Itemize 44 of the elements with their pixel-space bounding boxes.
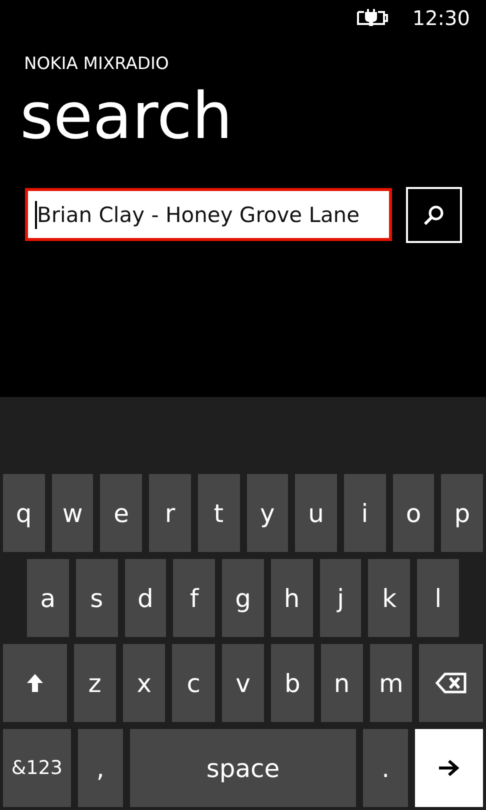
page-title: search (20, 79, 233, 156)
letter-key[interactable]: j (320, 559, 362, 637)
backspace-icon (435, 672, 468, 694)
letter-key[interactable]: l (417, 559, 460, 637)
battery-charging-icon (356, 9, 388, 27)
letter-key[interactable]: d (124, 559, 166, 637)
letter-key[interactable]: m (370, 644, 412, 722)
letter-key[interactable]: q (3, 474, 45, 552)
letter-key[interactable]: v (222, 644, 264, 722)
letter-key[interactable]: x (123, 644, 166, 722)
search-field[interactable]: Brian Clay - Honey Grove Lane (25, 188, 392, 241)
letter-key[interactable]: r (149, 474, 191, 552)
symbols-key[interactable]: &123 (3, 729, 71, 807)
letter-key[interactable]: y (246, 474, 288, 552)
shift-key[interactable] (3, 644, 67, 722)
letter-key[interactable]: n (320, 644, 364, 722)
letter-key[interactable]: f (173, 559, 216, 637)
search-button[interactable] (406, 187, 462, 243)
search-icon (423, 204, 445, 226)
letter-key[interactable]: g (222, 559, 264, 637)
letter-key[interactable]: w (52, 474, 94, 552)
letter-key[interactable]: p (441, 474, 484, 552)
letter-key[interactable]: c (172, 644, 215, 722)
space-key[interactable]: space (130, 729, 356, 807)
letter-key[interactable]: . (363, 729, 408, 807)
text-cursor (35, 200, 37, 228)
letter-key[interactable]: k (368, 559, 410, 637)
right-arrow-icon (438, 759, 460, 777)
letter-key[interactable]: z (74, 644, 116, 722)
letter-key[interactable]: , (78, 729, 123, 807)
letter-key[interactable]: i (344, 474, 386, 552)
letter-key[interactable]: a (27, 559, 69, 637)
letter-key[interactable]: s (76, 559, 118, 637)
letter-key[interactable]: h (270, 559, 313, 637)
letter-key[interactable]: o (392, 474, 434, 552)
app-title: NOKIA MIXRADIO (24, 54, 169, 74)
letter-key[interactable]: t (198, 474, 240, 552)
letter-key[interactable]: u (295, 474, 337, 552)
letter-key[interactable]: e (100, 474, 142, 552)
clock-time: 12:30 (412, 6, 470, 30)
letter-key[interactable]: b (271, 644, 314, 722)
up-arrow-icon (26, 673, 44, 693)
enter-key[interactable] (415, 729, 483, 807)
backspace-key[interactable] (419, 644, 484, 722)
